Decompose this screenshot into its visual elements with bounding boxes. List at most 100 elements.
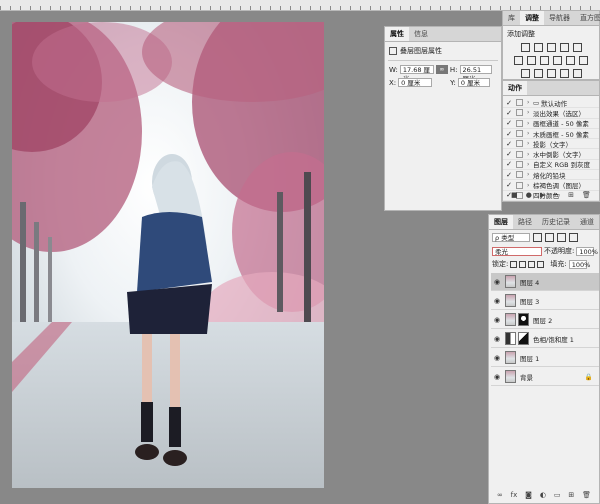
hue-icon[interactable] (514, 56, 523, 65)
delete-layer-icon[interactable]: 🗑 (582, 491, 591, 499)
stop-icon[interactable]: ■ (511, 191, 518, 199)
play-icon[interactable]: ▶ (540, 191, 545, 199)
channel-mixer-icon[interactable] (566, 56, 575, 65)
layer-thumbnail[interactable] (505, 351, 516, 364)
visibility-eye-icon[interactable]: ◉ (491, 354, 503, 362)
layer-row[interactable]: ◉ 色相/饱和度 1 (491, 330, 599, 348)
check-icon[interactable]: ✓ (506, 160, 512, 168)
dialog-toggle-icon[interactable] (516, 99, 523, 107)
lookup-icon[interactable] (579, 56, 588, 65)
curves-icon[interactable] (546, 43, 556, 52)
layer-thumbnail[interactable] (505, 313, 516, 326)
dialog-toggle-icon[interactable] (516, 181, 523, 189)
layer-thumbnail[interactable] (505, 275, 516, 288)
layer-row[interactable]: ◉ 图层 1 (491, 349, 599, 367)
y-field[interactable]: 0 厘米 (457, 78, 490, 87)
new-set-icon[interactable]: ▭ (553, 191, 560, 199)
delete-icon[interactable]: 🗑 (582, 191, 591, 199)
dialog-toggle-icon[interactable] (516, 171, 523, 179)
visibility-eye-icon[interactable]: ◉ (491, 278, 503, 286)
check-icon[interactable]: ✓ (506, 119, 512, 127)
add-mask-icon[interactable]: ◙ (525, 491, 532, 499)
dialog-toggle-icon[interactable] (516, 150, 523, 158)
check-icon[interactable]: ✓ (506, 171, 512, 179)
filter-pixel-icon[interactable] (533, 233, 542, 242)
tab-libraries[interactable]: 库 (503, 11, 520, 25)
filter-adjust-icon[interactable] (545, 233, 554, 242)
action-item[interactable]: ✓ › 淡出效果（选区） (503, 108, 599, 119)
tab-paths[interactable]: 路径 (513, 215, 537, 229)
bw-icon[interactable] (540, 56, 549, 65)
layer-name[interactable]: 图层 4 (520, 277, 539, 287)
photo-filter-icon[interactable] (553, 56, 562, 65)
levels-icon[interactable] (533, 43, 543, 52)
new-layer-icon[interactable]: ⊞ (568, 491, 574, 499)
dialog-toggle-icon[interactable] (516, 130, 523, 138)
check-icon[interactable]: ✓ (506, 99, 512, 107)
tab-properties[interactable]: 属性 (385, 27, 409, 41)
action-item[interactable]: ✓ › 熔化的铅块 (503, 170, 599, 181)
visibility-eye-icon[interactable]: ◉ (491, 373, 503, 381)
blend-mode-select[interactable]: 柔光 (492, 246, 542, 256)
action-item[interactable]: ✓ › 画框通道 - 50 像素 (503, 119, 599, 129)
visibility-eye-icon[interactable]: ◉ (491, 316, 503, 324)
filter-type-icon[interactable] (557, 233, 566, 242)
layer-row[interactable]: ◉ 图层 4 (491, 273, 599, 291)
posterize-icon[interactable] (533, 69, 543, 78)
tab-actions[interactable]: 动作 (503, 81, 527, 95)
lock-pixels-icon[interactable] (519, 260, 527, 268)
visibility-eye-icon[interactable]: ◉ (491, 335, 503, 343)
lock-position-icon[interactable] (528, 260, 536, 268)
layer-mask-thumb[interactable] (518, 313, 529, 326)
visibility-eye-icon[interactable]: ◉ (491, 297, 503, 305)
layer-name[interactable]: 图层 2 (533, 315, 552, 325)
check-icon[interactable]: ✓ (506, 109, 512, 117)
dialog-toggle-icon[interactable] (516, 160, 523, 168)
layer-name[interactable]: 色相/饱和度 1 (533, 334, 574, 344)
new-group-icon[interactable]: ▭ (554, 491, 561, 499)
selective-color-icon[interactable] (572, 69, 582, 78)
dialog-toggle-icon[interactable] (516, 119, 523, 127)
layer-row[interactable]: ◉ 图层 2 (491, 311, 599, 329)
width-field[interactable]: 17.68 厘米 (399, 65, 434, 83)
new-adjustment-icon[interactable]: ◐ (540, 491, 546, 499)
tab-channels[interactable]: 通道 (575, 215, 599, 229)
document-canvas[interactable] (12, 22, 324, 488)
new-action-icon[interactable]: ⊞ (568, 191, 574, 199)
invert-icon[interactable] (520, 69, 530, 78)
action-item[interactable]: ✓ › 棕褐色调（图层） (503, 180, 599, 191)
filter-shape-icon[interactable] (569, 233, 578, 242)
tab-history[interactable]: 历史记录 (537, 215, 575, 229)
check-icon[interactable]: ✓ (506, 181, 512, 189)
action-item[interactable]: ✓ › 水中倒影（文字） (503, 149, 599, 160)
balance-icon[interactable] (527, 56, 536, 65)
link-layers-icon[interactable]: ∞ (497, 491, 503, 499)
filter-select[interactable]: ρ 类型 (492, 233, 530, 242)
check-icon[interactable]: ✓ (506, 150, 512, 158)
tab-histogram[interactable]: 直方图 (575, 11, 600, 25)
layer-name[interactable]: 背景 (520, 372, 533, 382)
tab-info[interactable]: 信息 (409, 27, 433, 41)
layer-row[interactable]: ◉ 背景 🔒 (491, 368, 599, 386)
x-field[interactable]: 0 厘米 (398, 78, 433, 87)
record-icon[interactable]: ● (526, 191, 532, 199)
lock-all-icon[interactable] (537, 260, 545, 268)
action-item[interactable]: ✓ › ▭ 默认动作 (503, 98, 599, 109)
action-item[interactable]: ✓ › 自定义 RGB 到灰度 (503, 160, 599, 171)
check-icon[interactable]: ✓ (506, 130, 512, 138)
check-icon[interactable]: ✓ (506, 140, 512, 148)
opacity-field[interactable]: 100% (576, 246, 598, 256)
layer-name[interactable]: 图层 1 (520, 353, 539, 363)
layer-thumbnail[interactable] (505, 294, 516, 307)
tab-navigator[interactable]: 导航器 (544, 11, 575, 25)
gradient-map-icon[interactable] (559, 69, 569, 78)
height-field[interactable]: 26.51 厘米 (459, 65, 492, 83)
layer-thumbnail[interactable] (505, 370, 516, 383)
layer-mask-thumb[interactable] (518, 332, 529, 345)
vibrance-icon[interactable] (572, 43, 582, 52)
fx-button[interactable]: fx (511, 491, 518, 499)
exposure-icon[interactable] (559, 43, 569, 52)
dialog-toggle-icon[interactable] (516, 109, 523, 117)
brightness-icon[interactable] (520, 43, 530, 52)
lock-transparent-icon[interactable] (510, 260, 518, 268)
